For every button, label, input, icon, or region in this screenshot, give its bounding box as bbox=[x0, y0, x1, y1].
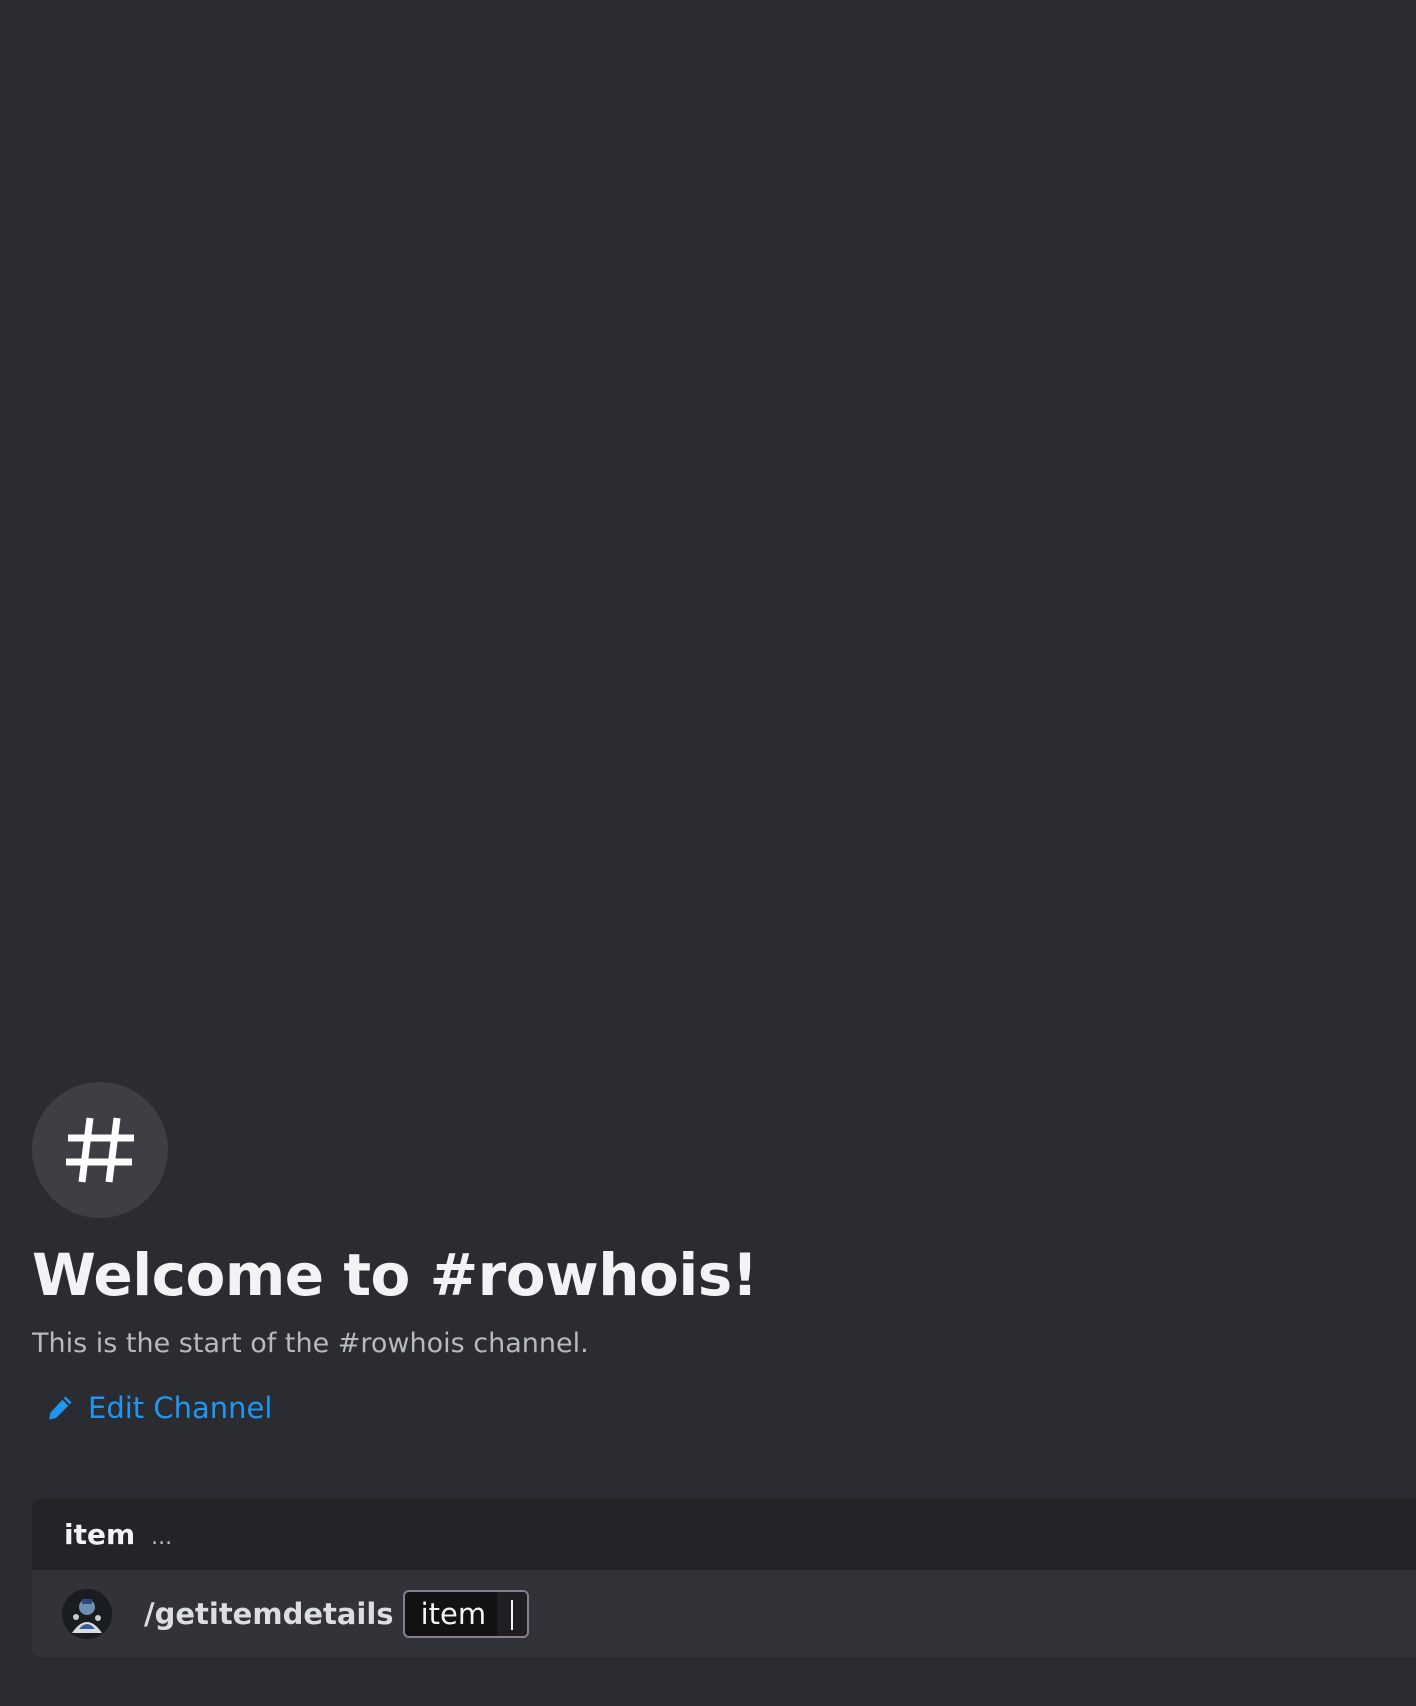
edit-channel-button[interactable]: Edit Channel bbox=[46, 1390, 272, 1426]
command-panel-header: item ... bbox=[32, 1499, 1416, 1570]
edit-channel-label: Edit Channel bbox=[88, 1391, 273, 1425]
option-description: ... bbox=[151, 1525, 173, 1550]
welcome-title: Welcome to #rowhois! bbox=[32, 1241, 758, 1309]
option-label: item bbox=[420, 1596, 487, 1631]
text-caret bbox=[510, 1599, 513, 1630]
command-option-title: item bbox=[64, 1518, 136, 1551]
hash-glyph bbox=[66, 1117, 134, 1183]
command-name: /getitemdetails bbox=[144, 1596, 394, 1631]
chat-area: Welcome to #rowhois! This is the start o… bbox=[0, 0, 1416, 1706]
slash-command-panel: item ... /getitemdetails item bbox=[32, 1499, 1416, 1657]
command-input-row[interactable]: /getitemdetails item bbox=[32, 1570, 1416, 1657]
hash-icon bbox=[32, 1082, 168, 1218]
channel-welcome: Welcome to #rowhois! This is the start o… bbox=[32, 1082, 932, 1426]
item-option-input[interactable]: item bbox=[402, 1589, 529, 1638]
bot-avatar bbox=[62, 1588, 112, 1639]
welcome-subtitle: This is the start of the #rowhois channe… bbox=[32, 1328, 589, 1359]
pencil-icon bbox=[46, 1394, 74, 1422]
